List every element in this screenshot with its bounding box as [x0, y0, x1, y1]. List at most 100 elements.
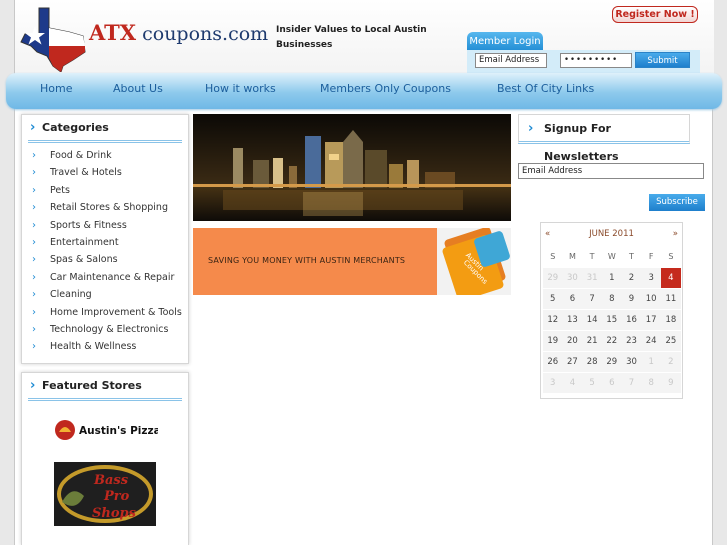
categories-title: › Categories [28, 115, 182, 143]
bullet-arrow-icon: › [32, 202, 36, 214]
calendar-day[interactable]: 25 [661, 331, 681, 351]
shops-text: Shops [92, 506, 137, 521]
calendar-day[interactable]: 8 [602, 289, 622, 309]
subscribe-button[interactable]: Subscribe [649, 194, 705, 211]
member-login-tab: Member Login [467, 32, 543, 52]
nav-best-of-city-links[interactable]: Best Of City Links [497, 82, 594, 95]
bullet-arrow-icon: › [32, 341, 36, 353]
calendar-day[interactable]: 3 [641, 268, 661, 288]
category-entertainment[interactable]: › Entertainment [22, 234, 188, 251]
bullet-arrow-icon: › [32, 167, 36, 179]
calendar-day[interactable]: 21 [582, 331, 602, 351]
calendar-week-row: 3456789 [543, 373, 681, 394]
bullet-arrow-icon: › [32, 306, 36, 318]
austins-pizza-logo[interactable]: Austin's Pizza [54, 417, 161, 447]
calendar-week-row: 5 6 7 8 9 10 11 [543, 289, 681, 310]
login-password-field[interactable]: ••••••••• [560, 53, 632, 68]
calendar-day: 5 [582, 373, 602, 393]
category-car[interactable]: › Car Maintenance & Repair [22, 269, 188, 286]
calendar-dow-label: T [582, 247, 602, 267]
calendar-widget: « JUNE 2011 » S M T W T F S 29 30 31 1 2 3 4 5 6 7 8 9 10 11… [540, 222, 683, 399]
austin-skyline-image [193, 114, 511, 221]
promo-banner[interactable]: SAVING YOU MONEY WITH AUSTIN MERCHANTS A… [193, 226, 511, 302]
texas-flag-icon [20, 7, 86, 73]
category-travel-hotels[interactable]: › Travel & Hotels [22, 164, 188, 181]
calendar-day[interactable]: 1 [602, 268, 622, 288]
calendar-day[interactable]: 13 [562, 310, 583, 330]
calendar-day: 3 [543, 373, 563, 393]
login-email-field[interactable]: Email Address [475, 53, 547, 68]
calendar-next-button[interactable]: » [673, 229, 678, 239]
calendar-day[interactable]: 16 [621, 310, 642, 330]
calendar-day[interactable]: 9 [621, 289, 642, 309]
calendar-day[interactable]: 22 [602, 331, 622, 351]
calendar-week-row: 12 13 14 15 16 17 18 [543, 310, 681, 331]
calendar-day: 9 [661, 373, 681, 393]
calendar-day[interactable]: 11 [661, 289, 681, 309]
calendar-day[interactable]: 20 [562, 331, 583, 351]
category-list: › Food & Drink › Travel & Hotels › Pets › Re… [22, 143, 188, 356]
calendar-day: 1 [641, 352, 661, 372]
calendar-day[interactable]: 27 [562, 352, 583, 372]
calendar-day[interactable]: 14 [582, 310, 602, 330]
site-logo[interactable] [19, 6, 89, 76]
calendar-day[interactable]: 29 [602, 352, 622, 372]
bass-pro-shops-logo[interactable]: Bass Pro Shops [54, 462, 156, 530]
calendar-day[interactable]: 15 [602, 310, 622, 330]
calendar-day[interactable]: 28 [582, 352, 602, 372]
login-submit-button[interactable]: Submit [635, 52, 690, 68]
calendar-dow-label: W [602, 247, 622, 267]
calendar-day[interactable]: 17 [641, 310, 661, 330]
calendar-day[interactable]: 23 [621, 331, 642, 351]
calendar-day-today[interactable]: 4 [661, 268, 681, 288]
calendar-day[interactable]: 10 [641, 289, 661, 309]
calendar-day[interactable]: 24 [641, 331, 661, 351]
bullet-arrow-icon: › [32, 236, 36, 248]
nav-about-us[interactable]: About Us [113, 82, 163, 95]
category-health[interactable]: › Health & Wellness [22, 338, 188, 355]
calendar-day[interactable]: 19 [543, 331, 563, 351]
category-home-improvement[interactable]: › Home Improvement & Tools [22, 304, 188, 321]
calendar-day[interactable]: 12 [543, 310, 563, 330]
calendar-day[interactable]: 6 [562, 289, 583, 309]
category-technology[interactable]: › Technology & Electronics [22, 321, 188, 338]
calendar-day[interactable]: 30 [621, 352, 642, 372]
category-cleaning[interactable]: › Cleaning [22, 286, 188, 303]
calendar-day: 4 [562, 373, 583, 393]
chevron-right-icon: › [30, 378, 36, 393]
nav-how-it-works[interactable]: How it works [205, 82, 276, 95]
tagline: Insider Values to Local Austin Businesse… [276, 25, 427, 50]
category-pets[interactable]: › Pets [22, 182, 188, 199]
newsletter-email-field[interactable]: Email Address [518, 163, 704, 179]
calendar-dow-row: SMTWTFS [543, 247, 681, 268]
calendar-day[interactable]: 7 [582, 289, 602, 309]
nav-members-only-coupons[interactable]: Members Only Coupons [320, 82, 451, 95]
bullet-arrow-icon: › [32, 289, 36, 301]
calendar-day[interactable]: 18 [661, 310, 681, 330]
category-retail[interactable]: › Retail Stores & Shopping [22, 199, 188, 216]
calendar-header: « JUNE 2011 » [541, 223, 682, 245]
chevron-right-icon: › [528, 121, 534, 136]
category-food-drink[interactable]: › Food & Drink [22, 147, 188, 164]
calendar-day[interactable]: 5 [543, 289, 563, 309]
register-button[interactable]: Register Now ! [612, 6, 698, 23]
calendar-week-row: 26 27 28 29 30 1 2 [543, 352, 681, 373]
category-sports[interactable]: › Sports & Fitness [22, 217, 188, 234]
calendar-day[interactable]: 26 [543, 352, 563, 372]
calendar-dow-label: F [641, 247, 661, 267]
calendar-month-label: JUNE 2011 [589, 229, 634, 239]
calendar-day[interactable]: 2 [621, 268, 642, 288]
category-spas[interactable]: › Spas & Salons [22, 251, 188, 268]
calendar-week-row: 29 30 31 1 2 3 4 [543, 268, 681, 289]
calendar-dow-label: S [661, 247, 681, 267]
bullet-arrow-icon: › [32, 184, 36, 196]
featured-stores-title: › Featured Stores [28, 373, 182, 401]
calendar-dow-label: S [543, 247, 563, 267]
austins-pizza-text: Austin's Pizza [79, 425, 158, 437]
bullet-arrow-icon: › [32, 254, 36, 266]
nav-home[interactable]: Home [40, 82, 72, 95]
bullet-arrow-icon: › [32, 150, 36, 161]
header: ATX coupons.com Insider Values to Local … [15, 0, 714, 76]
calendar-day: 7 [621, 373, 642, 393]
promo-text: SAVING YOU MONEY WITH AUSTIN MERCHANTS [208, 256, 406, 265]
